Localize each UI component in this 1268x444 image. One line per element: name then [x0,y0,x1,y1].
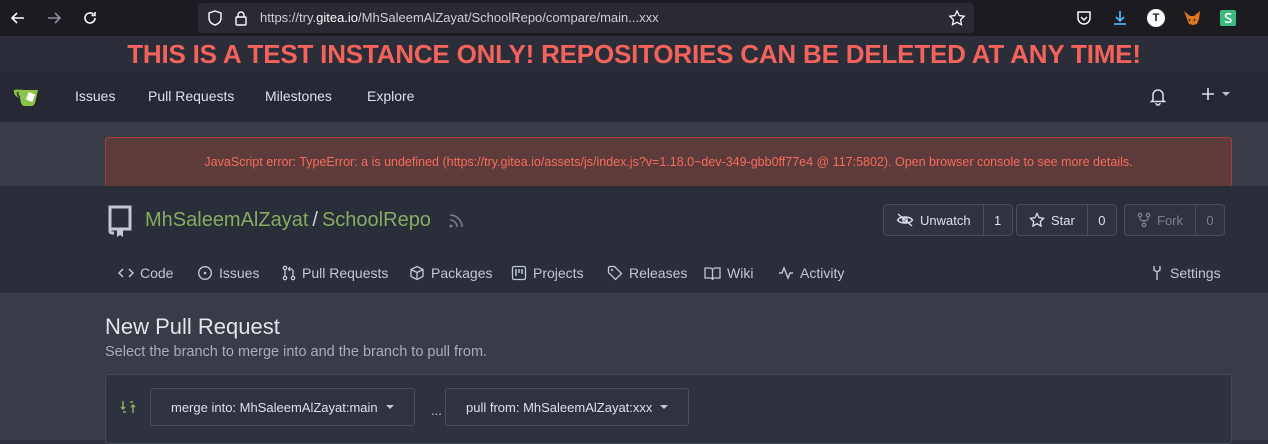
tab-code-label: Code [140,265,174,281]
main-content: New Pull Request Select the branch to me… [0,294,1268,444]
page-title: New Pull Request [105,314,280,339]
fork-button[interactable]: Fork [1125,205,1196,235]
star-label: Star [1051,212,1075,228]
project-board-icon [511,265,527,281]
caret-down-icon [385,405,394,409]
repo-book-icon [106,204,134,238]
tab-issues-label: Issues [219,265,260,281]
top-navigation: Issues Pull Requests Milestones Explore [0,72,1268,122]
repo-title-separator: / [312,209,318,231]
back-button[interactable] [6,6,30,30]
tab-activity-label: Activity [800,265,845,281]
forward-arrow-icon [48,12,62,24]
repo-name-link[interactable]: SchoolRepo [322,209,431,231]
caret-down-icon [660,405,669,409]
unwatch-button[interactable]: Unwatch [884,205,984,235]
branch-separator: ... [431,403,442,418]
tab-projects-label: Projects [533,265,584,281]
gitea-logo-icon[interactable] [12,84,44,108]
tab-pull-requests-label: Pull Requests [302,265,389,281]
unwatch-label: Unwatch [920,212,971,228]
fork-icon [1137,212,1151,228]
tab-releases[interactable]: Releases [607,265,687,281]
pull-from-label: pull from: MhSaleemAlZayat:xxx [466,399,653,415]
page-subtitle: Select the branch to merge into and the … [105,344,488,360]
tab-activity[interactable]: Activity [778,265,844,281]
merge-into-label: merge into: MhSaleemAlZayat:main [171,399,378,415]
tab-issues[interactable]: Issues [197,265,259,281]
book-icon [704,266,721,280]
issue-opened-icon [197,265,213,281]
back-arrow-icon [10,12,24,24]
tab-wiki-label: Wiki [727,265,754,281]
nav-issues[interactable]: Issues [75,88,115,104]
fork-count[interactable]: 0 [1196,205,1224,235]
tools-icon [1153,266,1161,280]
notifications-bell-icon[interactable] [1148,86,1168,106]
plus-icon [1202,88,1214,100]
lock-icon [235,11,247,26]
tab-code[interactable]: Code [118,265,173,281]
tag-icon [607,265,623,281]
reload-icon [84,12,96,24]
git-pull-request-icon [282,265,296,281]
url-text: https://try.gitea.io/MhSaleemAlZayat/Sch… [260,10,659,25]
tab-packages[interactable]: Packages [409,265,492,281]
url-path: /MhSaleemAlZayat/SchoolRepo/compare/main… [358,10,659,25]
tab-packages-label: Packages [431,265,493,281]
watch-count[interactable]: 1 [984,205,1012,235]
star-icon [1029,212,1045,228]
forward-button[interactable] [42,6,66,30]
js-error-message: JavaScript error: TypeError: a is undefi… [105,137,1232,187]
pulse-icon [779,266,793,280]
star-button[interactable]: Star [1017,205,1088,235]
repo-title: MhSaleemAlZayat / SchoolRepo [145,209,431,232]
address-bar[interactable]: https://try.gitea.io/MhSaleemAlZayat/Sch… [198,3,974,33]
tab-releases-label: Releases [629,265,688,281]
download-icon[interactable] [1108,6,1132,30]
eye-slash-icon [896,213,914,227]
star-count[interactable]: 0 [1088,205,1116,235]
code-icon [118,268,134,278]
stylus-icon[interactable] [1216,6,1240,30]
url-prefix: https://try. [260,10,317,25]
tab-wiki[interactable]: Wiki [704,265,753,281]
create-new-dropdown[interactable] [1200,86,1230,102]
nav-pull-requests[interactable]: Pull Requests [148,88,234,104]
url-host: gitea.io [316,10,359,25]
rss-feed-icon[interactable] [448,213,464,229]
caret-down-icon [1222,92,1230,96]
tab-projects[interactable]: Projects [511,265,584,281]
compare-arrows-icon [120,399,136,415]
branch-compare-box: merge into: MhSaleemAlZayat:main ... pul… [105,374,1232,444]
js-error-text: JavaScript error: TypeError: a is undefi… [204,155,1133,169]
extension-t-icon[interactable]: T [1144,6,1168,30]
pull-from-branch-dropdown[interactable]: pull from: MhSaleemAlZayat:xxx [445,388,690,426]
merge-into-branch-dropdown[interactable]: merge into: MhSaleemAlZayat:main [150,388,415,426]
tab-settings[interactable]: Settings [1150,265,1221,281]
nav-explore[interactable]: Explore [367,88,414,104]
test-instance-banner: THIS IS A TEST INSTANCE ONLY! REPOSITORI… [0,36,1268,72]
bookmark-star-icon[interactable] [948,9,966,27]
tab-settings-label: Settings [1170,265,1221,281]
extension-t-label: T [1147,9,1165,27]
pocket-icon[interactable] [1072,6,1096,30]
browser-toolbar: https://try.gitea.io/MhSaleemAlZayat/Sch… [0,0,1268,36]
error-section: JavaScript error: TypeError: a is undefi… [0,122,1268,187]
star-button-group: Star 0 [1016,204,1117,236]
fork-button-group: Fork 0 [1124,204,1225,236]
fork-label: Fork [1157,212,1183,228]
nav-milestones[interactable]: Milestones [265,88,332,104]
test-instance-text: THIS IS A TEST INSTANCE ONLY! REPOSITORI… [127,39,1141,69]
tab-pull-requests[interactable]: Pull Requests [282,265,388,281]
repo-owner-link[interactable]: MhSaleemAlZayat [145,209,308,231]
metamask-fox-icon[interactable] [1180,6,1204,30]
watch-button-group: Unwatch 1 [883,204,1013,236]
reload-button[interactable] [78,6,102,30]
package-icon [410,265,424,281]
shield-icon [208,10,222,26]
repo-header: MhSaleemAlZayat / SchoolRepo Unwatch 1 Sta… [0,186,1268,294]
